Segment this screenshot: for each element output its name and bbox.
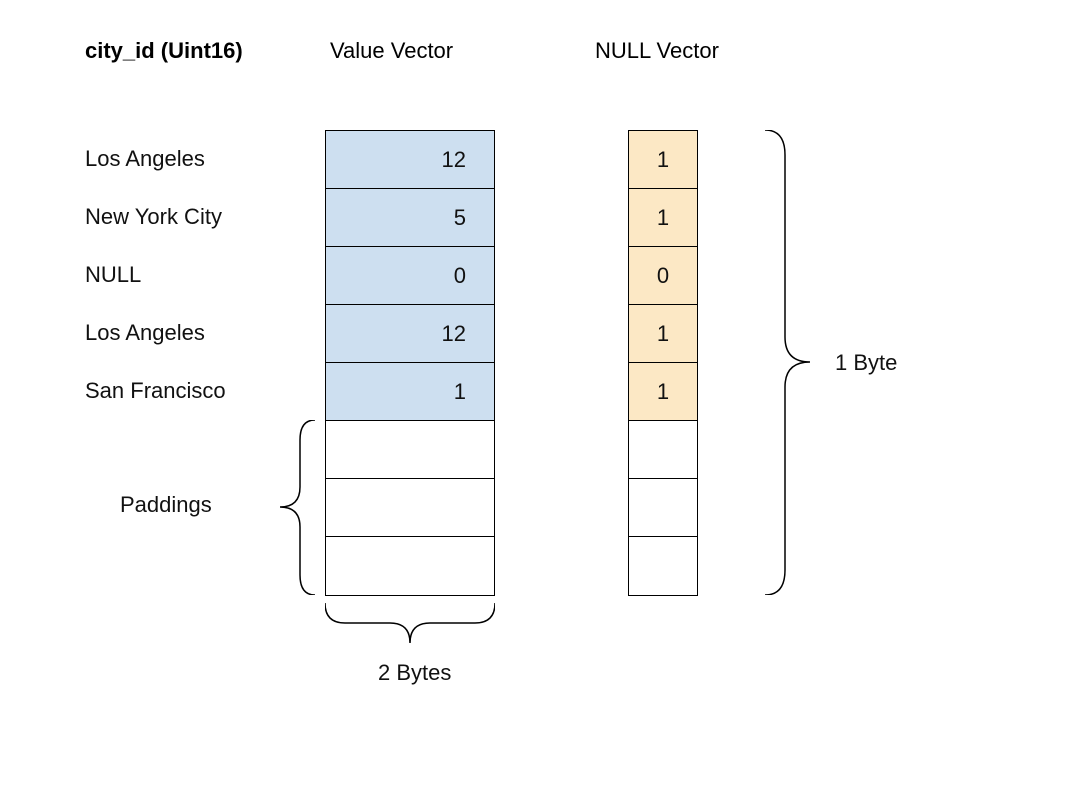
row-label: Los Angeles — [85, 320, 205, 346]
value-width-label: 2 Bytes — [378, 660, 451, 686]
value-cell: 0 — [326, 247, 494, 305]
null-cell: 1 — [629, 131, 697, 189]
null-cell: 1 — [629, 305, 697, 363]
row-label: Los Angeles — [85, 146, 205, 172]
value-cell: 12 — [326, 131, 494, 189]
null-cell: 0 — [629, 247, 697, 305]
column-name-header: city_id (Uint16) — [85, 38, 243, 64]
value-vector-column: 12 5 0 12 1 — [325, 130, 495, 596]
null-vector-column: 1 1 0 1 1 — [628, 130, 698, 596]
padding-cell — [629, 479, 697, 537]
row-label: New York City — [85, 204, 222, 230]
value-vector-header: Value Vector — [330, 38, 453, 64]
brace-value-width-icon — [325, 598, 495, 653]
null-cell: 1 — [629, 363, 697, 421]
null-vector-header: NULL Vector — [595, 38, 719, 64]
null-cell: 1 — [629, 189, 697, 247]
padding-cell — [326, 421, 494, 479]
padding-cell — [326, 537, 494, 595]
padding-cell — [326, 479, 494, 537]
padding-cell — [629, 537, 697, 595]
padding-cell — [629, 421, 697, 479]
brace-paddings-icon — [270, 420, 320, 595]
value-cell: 5 — [326, 189, 494, 247]
paddings-label: Paddings — [120, 492, 212, 518]
value-cell: 12 — [326, 305, 494, 363]
row-label: San Francisco — [85, 378, 226, 404]
diagram-container: city_id (Uint16) Value Vector NULL Vecto… — [0, 0, 1080, 792]
row-label: NULL — [85, 262, 141, 288]
brace-null-height-icon — [760, 130, 820, 595]
null-height-label: 1 Byte — [835, 350, 897, 376]
value-cell: 1 — [326, 363, 494, 421]
